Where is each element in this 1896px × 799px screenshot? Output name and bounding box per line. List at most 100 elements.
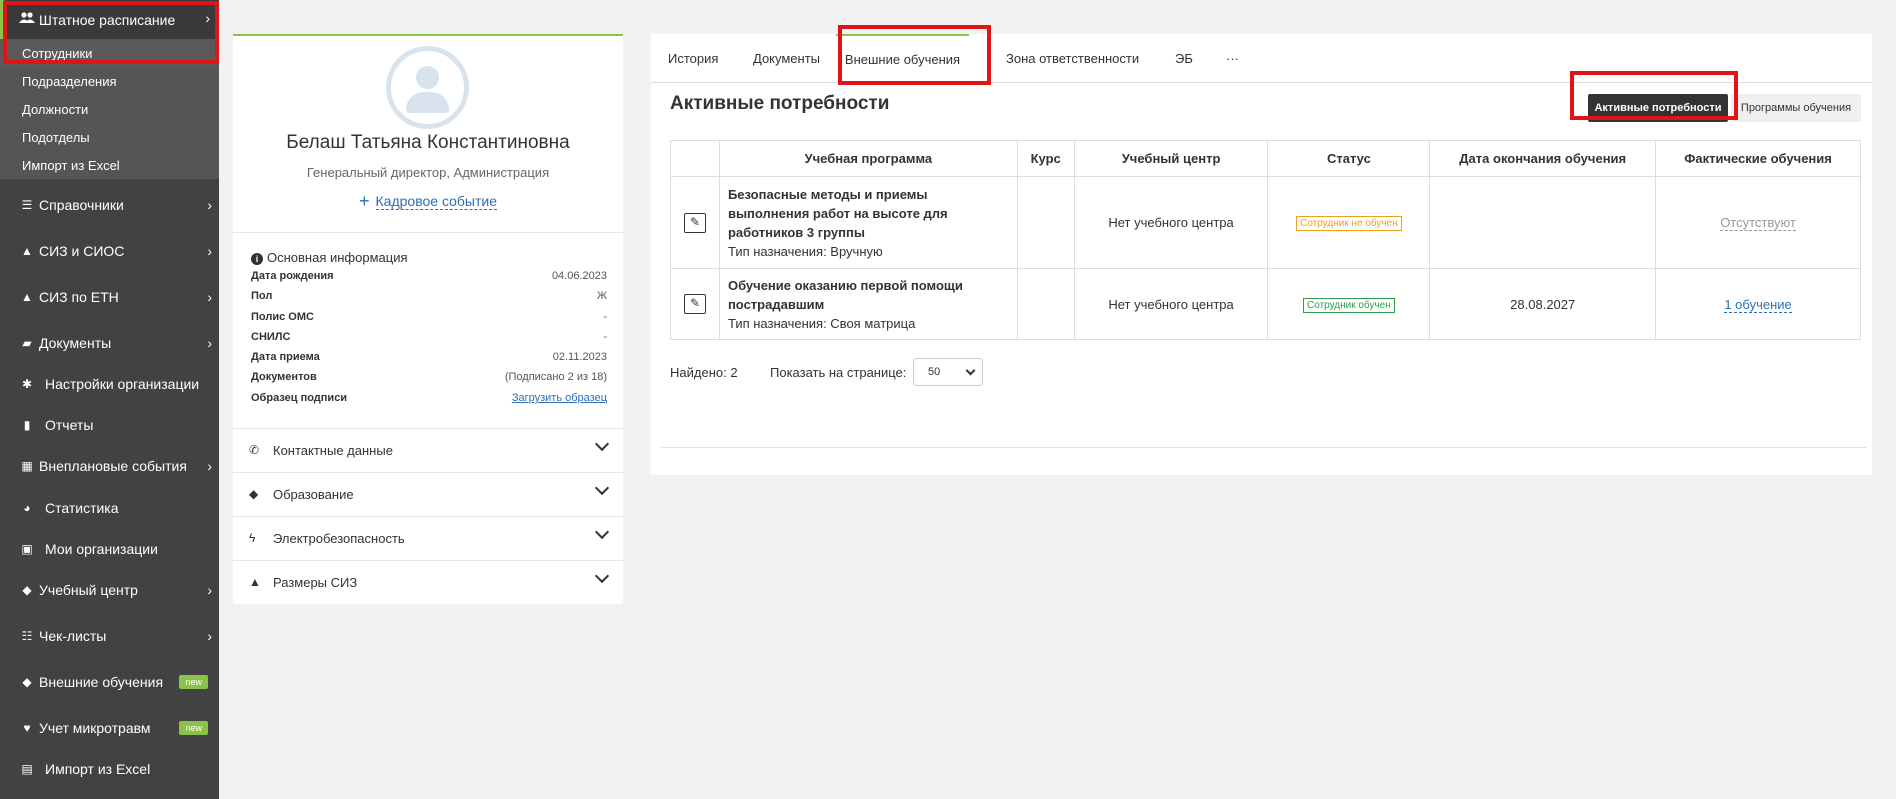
actual-cell: Отсутствуют [1655, 176, 1861, 269]
sidebar-subitem-employees[interactable]: Сотрудники [0, 39, 219, 67]
hr-event-link[interactable]: + Кадровое событие [233, 191, 623, 212]
tab-responsibility-zone[interactable]: Зона ответственности [1004, 34, 1141, 83]
header-program[interactable]: Учебная программа [718, 140, 1018, 177]
accordion-label: Размеры СИЗ [273, 575, 358, 590]
sidebar-item-checklists[interactable]: ☷ Чек-листы › [0, 616, 219, 656]
chevron-right-icon: › [207, 628, 212, 644]
found-count: Найдено: 2 [670, 365, 738, 380]
section-title: Активные потребности [670, 93, 890, 114]
sidebar-item-microtrauma[interactable]: ♥ Учет микротравм new [0, 708, 219, 748]
main-card: История Документы Внешние обучения Зона … [651, 34, 1872, 475]
active-needs-button[interactable]: Активные потребности [1588, 94, 1728, 122]
info-row-oms: Полис ОМС - [251, 311, 607, 329]
info-value: 02.11.2023 [552, 351, 607, 363]
accordion-electrical-safety[interactable]: ϟ Электробезопасность [233, 516, 623, 560]
sidebar-item-my-orgs[interactable]: ▣ Мои организации [0, 529, 219, 569]
sidebar-item-documents[interactable]: ▰ Документы › [0, 323, 219, 363]
header-actual[interactable]: Фактические обучения [1655, 140, 1861, 177]
phone-icon: ✆ [249, 443, 260, 457]
sidebar-item-label: Учебный центр [39, 582, 138, 598]
sidebar-item-label: Статистика [45, 500, 119, 516]
accordion-contacts[interactable]: ✆ Контактные данные [233, 428, 623, 472]
accordion-ppe-sizes[interactable]: ▲ Размеры СИЗ [233, 560, 623, 604]
new-badge: new [179, 721, 208, 735]
subitem-label: Должности [22, 101, 89, 117]
assign-type: Тип назначения: Своя матрица [727, 315, 916, 331]
header-end-date[interactable]: Дата окончания обучения [1429, 140, 1657, 177]
sidebar-item-ppe[interactable]: ▲ СИЗ и СИОС › [0, 231, 219, 271]
chevron-down-icon [594, 480, 610, 496]
sidebar-group-staffing[interactable]: Штатное расписание › [0, 0, 219, 39]
header-status[interactable]: Статус [1267, 140, 1431, 177]
sidebar-item-org-settings[interactable]: ✱ Настройки организации [0, 364, 219, 404]
accordion-education[interactable]: ◆ Образование [233, 472, 623, 516]
list-icon: ☰ [21, 198, 33, 212]
graduation-cap-icon: ◆ [22, 675, 32, 689]
file-excel-icon: ▤ [21, 762, 33, 776]
tab-more[interactable]: ··· [1224, 34, 1241, 83]
status-badge: Сотрудник не обучен [1296, 216, 1402, 231]
sidebar-item-training-center[interactable]: ◆ Учебный центр › [0, 570, 219, 610]
header-course[interactable]: Курс [1016, 140, 1075, 177]
info-value: Ж [596, 290, 607, 302]
sidebar-item-external-training[interactable]: ◆ Внешние обучения new [0, 662, 219, 702]
basic-info-title: i Основная информация [251, 250, 408, 265]
upload-signature-link[interactable]: Загрузить образец [512, 392, 607, 404]
edit-cell: ✎ [670, 176, 720, 269]
per-page-select[interactable]: 50 [913, 358, 983, 386]
info-icon: i [251, 253, 263, 265]
sidebar-subitem-departments[interactable]: Подразделения [0, 67, 219, 95]
gear-icon: ✱ [21, 377, 33, 391]
sidebar-item-import-excel-main[interactable]: ▤ Импорт из Excel [0, 749, 219, 789]
tab-bar: История Документы Внешние обучения Зона … [651, 34, 1872, 83]
chevron-right-icon: › [207, 458, 212, 474]
status-cell: Сотрудник не обучен [1267, 176, 1431, 269]
tab-history[interactable]: История [666, 34, 720, 83]
info-value: (Подписано 2 из 18) [504, 371, 607, 383]
graduation-cap-icon: ◆ [22, 583, 32, 597]
chevron-down-icon [594, 436, 610, 452]
sidebar-subitem-subdivisions[interactable]: Подотделы [0, 123, 219, 151]
actual-training-link[interactable]: 1 обучение [1724, 296, 1792, 313]
info-row-birthdate: Дата рождения 04.06.2023 [251, 270, 607, 288]
actual-training-link[interactable]: Отсутствуют [1720, 215, 1796, 231]
info-row-documents: Документов (Подписано 2 из 18) [251, 371, 607, 389]
pencil-icon[interactable]: ✎ [683, 294, 706, 314]
sidebar-item-directories[interactable]: ☰ Справочники › [0, 185, 219, 225]
sidebar-item-unplanned-events[interactable]: ▦ Внеплановые события › [0, 446, 219, 486]
header-center[interactable]: Учебный центр [1073, 140, 1269, 177]
tab-eb[interactable]: ЭБ [1173, 34, 1195, 83]
info-key: Образец подписи [251, 392, 348, 404]
subitem-label: Подразделения [22, 73, 117, 89]
accordion-label: Образование [273, 487, 354, 502]
status-badge: Сотрудник обучен [1303, 297, 1395, 313]
center-cell: Нет учебного центра [1073, 268, 1269, 340]
info-key: Полис ОМС [251, 311, 314, 323]
ppe-icon: ▲ [249, 575, 261, 589]
sidebar-item-label: Справочники [39, 197, 124, 213]
info-row-snils: СНИЛС - [251, 331, 607, 349]
training-needs-table: Учебная программа Курс Учебный центр Ста… [670, 140, 1861, 340]
tab-external-training[interactable]: Внешние обучения [836, 34, 969, 83]
sidebar-item-label: Внешние обучения [39, 674, 164, 690]
edit-cell: ✎ [670, 268, 720, 340]
briefcase-icon: ▣ [21, 542, 33, 556]
center-cell: Нет учебного центра [1073, 176, 1269, 269]
sidebar-item-reports[interactable]: ▮ Отчеты [0, 405, 219, 445]
table-header-row: Учебная программа Курс Учебный центр Ста… [670, 140, 1861, 177]
bolt-icon: ϟ [249, 531, 256, 545]
training-programs-button[interactable]: Программы обучения [1731, 94, 1861, 122]
sidebar-item-label: Импорт из Excel [45, 761, 151, 777]
folder-icon: ▰ [22, 336, 32, 350]
chevron-right-icon: › [207, 335, 212, 351]
chevron-right-icon: › [205, 10, 210, 26]
avatar-head [416, 66, 439, 89]
course-cell [1016, 176, 1075, 269]
sidebar-subitem-import-excel[interactable]: Импорт из Excel [0, 151, 219, 179]
chevron-right-icon: › [207, 289, 212, 305]
sidebar-item-ppe-etn[interactable]: ▲ СИЗ по ЕТН › [0, 277, 219, 317]
sidebar-subitem-positions[interactable]: Должности [0, 95, 219, 123]
pencil-icon[interactable]: ✎ [683, 212, 706, 233]
tab-documents[interactable]: Документы [751, 34, 822, 83]
sidebar-item-statistics[interactable]: ◕ Статистика [0, 488, 219, 528]
